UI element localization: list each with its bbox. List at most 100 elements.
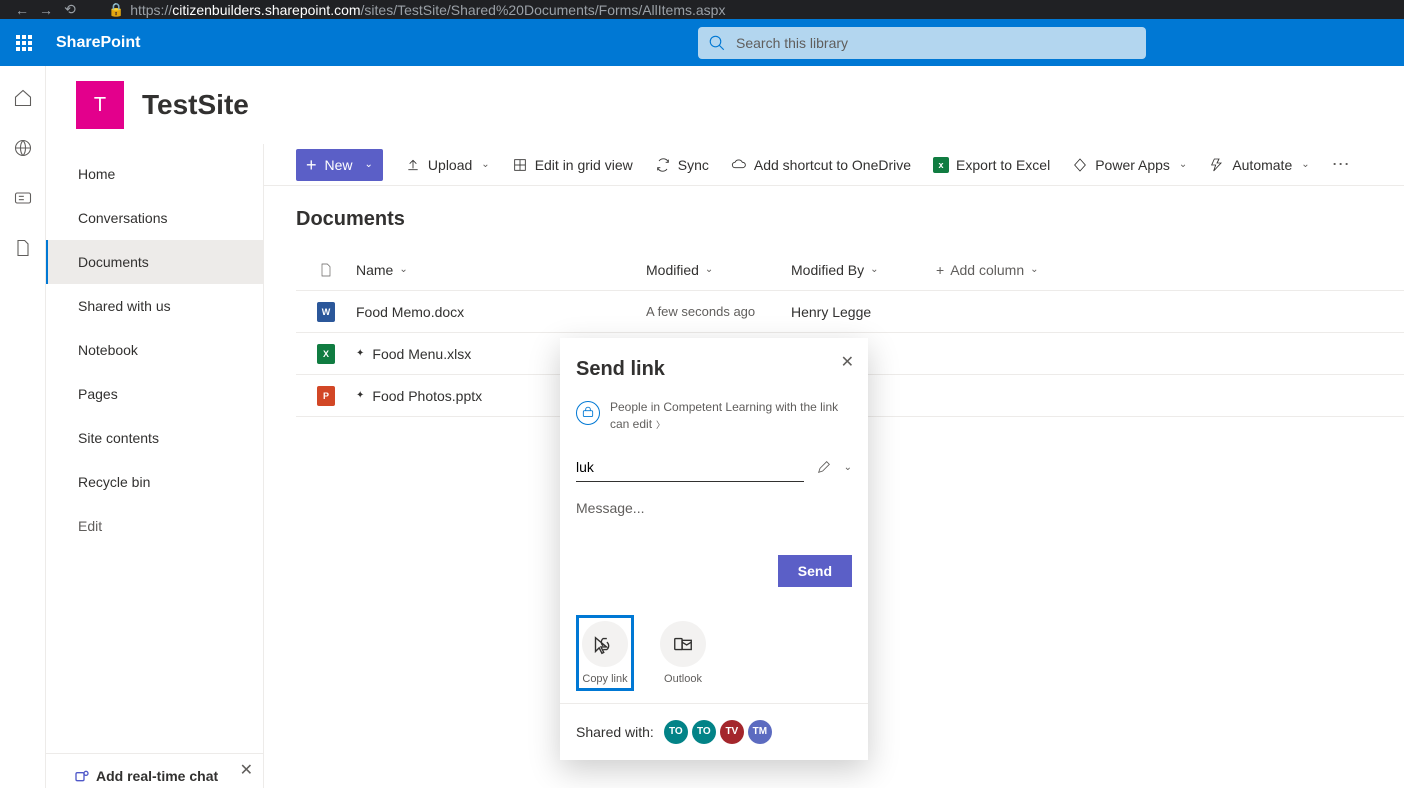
avatar[interactable]: TO	[664, 720, 688, 744]
browser-address-bar: ← → ⟲ 🔒 https://citizenbuilders.sharepoi…	[0, 0, 1404, 19]
site-logo[interactable]: T	[76, 81, 124, 129]
excel-button[interactable]: x Export to Excel	[933, 157, 1050, 173]
nav-edit-link[interactable]: Edit	[46, 504, 263, 548]
power-apps-icon	[1072, 157, 1088, 173]
app-name[interactable]: SharePoint	[56, 34, 140, 52]
site-header: T TestSite	[46, 66, 1404, 144]
chevron-down-icon: ⌄	[1301, 159, 1309, 170]
chat-promo-title: Add real-time chat	[96, 768, 218, 784]
avatar[interactable]: TV	[720, 720, 744, 744]
forward-icon[interactable]: →	[34, 2, 58, 18]
automate-button[interactable]: Automate ⌄	[1209, 157, 1309, 173]
copy-link-button[interactable]: Copy link	[576, 615, 634, 691]
nav-item-conversations[interactable]: Conversations	[46, 196, 263, 240]
chevron-down-icon: ⌄	[481, 159, 489, 170]
lock-icon: 🔒	[108, 2, 124, 18]
link-icon	[594, 633, 616, 655]
left-navigation: HomeConversationsDocumentsShared with us…	[46, 144, 264, 788]
automate-label: Automate	[1232, 157, 1292, 173]
modified-value: A few seconds ago	[646, 304, 791, 319]
upload-icon	[405, 157, 421, 173]
new-button[interactable]: + New ⌄	[296, 149, 383, 181]
outlook-icon	[672, 633, 694, 655]
power-apps-label: Power Apps	[1095, 157, 1170, 173]
url[interactable]: https://citizenbuilders.sharepoint.com/s…	[130, 2, 725, 18]
upload-label: Upload	[428, 157, 472, 173]
back-icon[interactable]: ←	[10, 2, 34, 18]
word-icon: W	[317, 302, 335, 322]
dialog-title: Send link	[576, 358, 852, 381]
search-icon	[708, 34, 726, 52]
chevron-right-icon: 〉	[656, 420, 665, 430]
shortcut-button[interactable]: Add shortcut to OneDrive	[731, 157, 911, 173]
app-bar	[0, 66, 46, 788]
excel-icon: x	[933, 157, 949, 173]
search-input[interactable]	[736, 35, 1116, 51]
people-icon	[576, 401, 600, 425]
file-name[interactable]: Food Memo.docx	[356, 304, 646, 320]
site-title[interactable]: TestSite	[142, 89, 249, 121]
nav-item-shared-with-us[interactable]: Shared with us	[46, 284, 263, 328]
plus-icon: +	[306, 156, 317, 174]
chevron-down-icon[interactable]: ⌄	[844, 462, 852, 473]
onedrive-icon	[731, 157, 747, 173]
file-type-icon	[318, 260, 334, 280]
nav-item-notebook[interactable]: Notebook	[46, 328, 263, 372]
chat-promo: ✕ Add real-time chat	[46, 753, 263, 788]
new-indicator-icon: ✦	[356, 390, 364, 401]
news-icon[interactable]	[13, 188, 33, 208]
reload-icon[interactable]: ⟲	[58, 1, 82, 18]
nav-item-recycle-bin[interactable]: Recycle bin	[46, 460, 263, 504]
column-modified-by[interactable]: Modified By⌄	[791, 262, 936, 278]
upload-button[interactable]: Upload ⌄	[405, 157, 490, 173]
file-icon[interactable]	[13, 238, 33, 258]
new-label: New	[325, 157, 353, 173]
home-icon[interactable]	[13, 88, 33, 108]
search-box[interactable]	[698, 27, 1146, 59]
grid-view-button[interactable]: Edit in grid view	[512, 157, 633, 173]
recipient-input[interactable]	[576, 453, 804, 482]
column-modified[interactable]: Modified⌄	[646, 262, 791, 278]
sync-button[interactable]: Sync	[655, 157, 709, 173]
nav-item-home[interactable]: Home	[46, 152, 263, 196]
close-icon[interactable]: ✕	[240, 760, 253, 780]
suite-bar: SharePoint	[0, 19, 1404, 66]
more-button[interactable]: ⋯	[1332, 154, 1352, 175]
link-settings-button[interactable]: People in Competent Learning with the li…	[576, 399, 852, 433]
send-button[interactable]: Send	[778, 555, 852, 587]
nav-item-pages[interactable]: Pages	[46, 372, 263, 416]
chevron-down-icon: ⌄	[365, 159, 373, 170]
new-indicator-icon: ✦	[356, 348, 364, 359]
outlook-label: Outlook	[664, 673, 702, 685]
library-title: Documents	[296, 208, 1404, 231]
grid-label: Edit in grid view	[535, 157, 633, 173]
avatar[interactable]: TO	[692, 720, 716, 744]
table-row[interactable]: W Food Memo.docxA few seconds agoHenry Le…	[296, 291, 1404, 333]
globe-icon[interactable]	[13, 138, 33, 158]
modified-by-value: Henry Legge	[791, 304, 936, 320]
avatar[interactable]: TM	[748, 720, 772, 744]
automate-icon	[1209, 157, 1225, 173]
sync-icon	[655, 157, 671, 173]
pencil-icon[interactable]	[816, 459, 832, 475]
excel-label: Export to Excel	[956, 157, 1050, 173]
powerpoint-icon: P	[317, 386, 335, 406]
message-input[interactable]	[576, 500, 852, 550]
outlook-button[interactable]: Outlook	[654, 615, 712, 691]
nav-item-site-contents[interactable]: Site contents	[46, 416, 263, 460]
send-link-dialog: ✕ Send link People in Competent Learning…	[560, 338, 868, 760]
excel-icon: X	[317, 344, 335, 364]
column-name[interactable]: Name⌄	[356, 262, 646, 278]
power-apps-button[interactable]: Power Apps ⌄	[1072, 157, 1187, 173]
sync-label: Sync	[678, 157, 709, 173]
app-launcher-icon[interactable]	[0, 19, 48, 66]
shortcut-label: Add shortcut to OneDrive	[754, 157, 911, 173]
nav-item-documents[interactable]: Documents	[46, 240, 263, 284]
column-headers: Name⌄ Modified⌄ Modified By⌄ +Add column…	[296, 249, 1404, 291]
chevron-down-icon: ⌄	[1179, 159, 1187, 170]
close-icon[interactable]: ✕	[841, 352, 854, 372]
permission-text: People in Competent Learning with the li…	[610, 400, 838, 431]
add-column-button[interactable]: +Add column⌄	[936, 262, 1039, 278]
teams-icon	[74, 768, 90, 784]
grid-icon	[512, 157, 528, 173]
